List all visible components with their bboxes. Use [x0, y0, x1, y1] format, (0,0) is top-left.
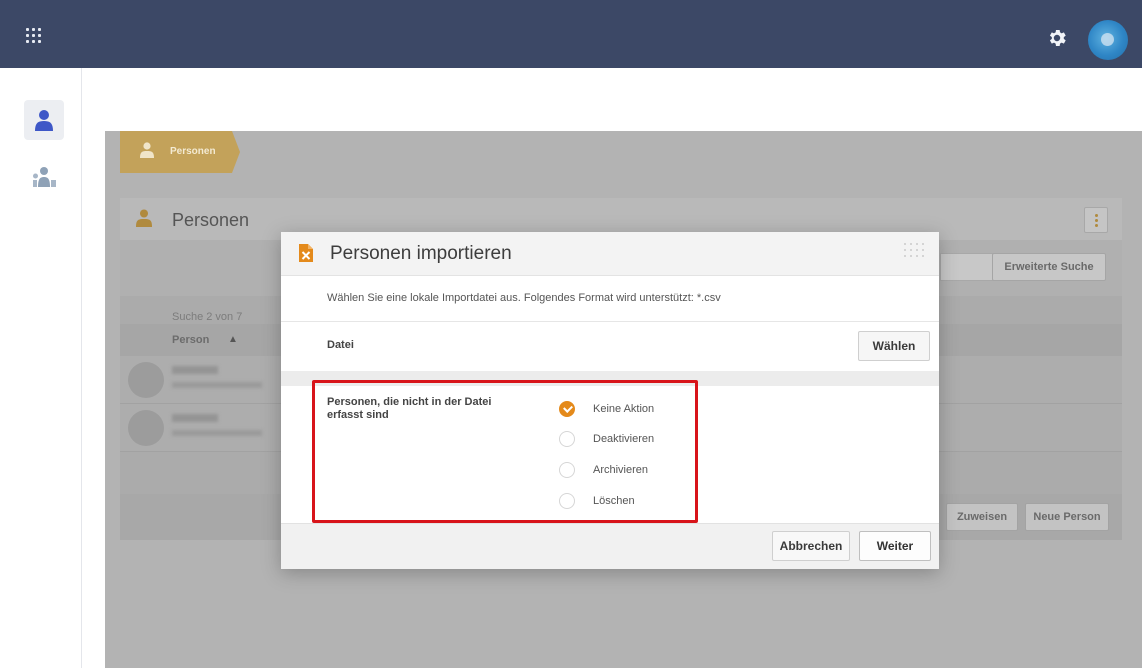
breadcrumb[interactable]: Personen — [120, 131, 240, 173]
apps-grid-icon[interactable] — [26, 28, 44, 44]
excel-file-icon — [299, 244, 313, 262]
dialog-header[interactable]: Personen importieren — [281, 232, 939, 276]
file-label: Datei — [327, 339, 354, 351]
avatar — [128, 362, 164, 398]
divider — [281, 321, 939, 322]
new-person-button[interactable]: Neue Person — [1025, 503, 1109, 531]
dialog-footer: Abbrechen Weiter — [281, 523, 939, 569]
column-person[interactable]: Person — [172, 334, 209, 346]
sidebar-item-groups[interactable] — [24, 158, 64, 198]
choose-file-button[interactable]: Wählen — [858, 331, 930, 361]
cancel-button[interactable]: Abbrechen — [772, 531, 850, 561]
assign-button[interactable]: Zuweisen — [946, 503, 1018, 531]
more-menu-button[interactable] — [1084, 207, 1108, 233]
people-group-icon — [33, 167, 56, 187]
sidebar — [0, 68, 82, 668]
advanced-search-button[interactable]: Erweiterte Suche — [992, 253, 1106, 281]
gear-icon[interactable] — [1046, 27, 1068, 49]
top-bar — [0, 0, 1142, 68]
dialog-hint: Wählen Sie eine lokale Importdatei aus. … — [327, 292, 721, 304]
sidebar-item-persons[interactable] — [24, 100, 64, 140]
next-button[interactable]: Weiter — [859, 531, 931, 561]
avatar[interactable] — [1088, 20, 1128, 60]
breadcrumb-label: Personen — [170, 146, 216, 157]
person-icon — [140, 142, 154, 158]
search-input[interactable] — [940, 253, 1000, 281]
drag-handle-icon[interactable] — [904, 243, 926, 265]
avatar — [128, 410, 164, 446]
result-count: Suche 2 von 7 — [172, 311, 243, 323]
highlight-box — [312, 380, 698, 523]
person-icon — [136, 209, 152, 227]
person-icon — [35, 110, 53, 131]
dialog-title: Personen importieren — [330, 243, 512, 264]
sort-asc-icon[interactable]: ▲ — [228, 334, 238, 345]
panel-title: Personen — [172, 210, 250, 230]
